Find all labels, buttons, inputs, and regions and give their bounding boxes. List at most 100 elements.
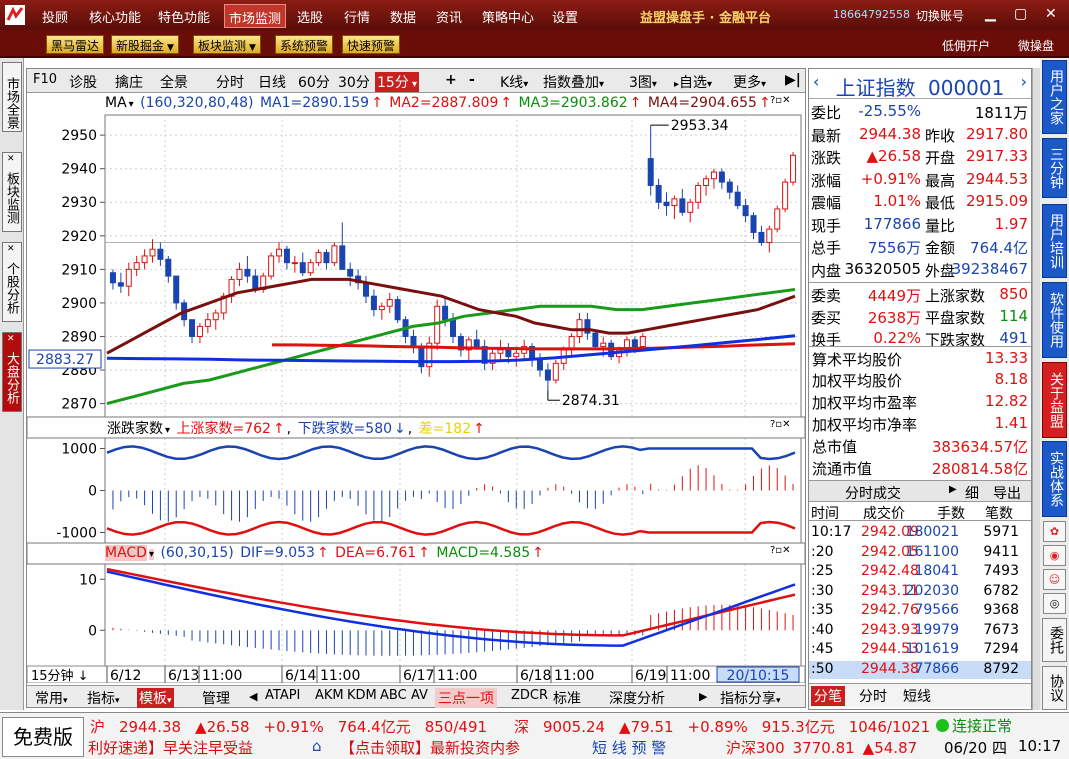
prev-stock-icon[interactable]: ‹ (813, 72, 819, 91)
export-button[interactable]: 导出 (993, 483, 1021, 503)
news-ticker[interactable]: 利好速递】早关注早受益 (88, 737, 253, 758)
overview-button[interactable]: 全景 (160, 72, 188, 92)
breadth-name[interactable]: 涨跌家数 (107, 421, 163, 437)
menu-settings[interactable]: 设置 (552, 7, 578, 26)
home-icon[interactable]: ⌂ (312, 737, 322, 755)
menu-tougu[interactable]: 投顾 (42, 7, 68, 26)
menu-stock-pick[interactable]: 选股 (297, 7, 323, 26)
scroll-left-icon[interactable]: ◀ (249, 690, 257, 703)
short-line-warning[interactable]: 短 线 预 警 (592, 737, 666, 758)
wechat-icon[interactable]: ◎ (1043, 593, 1066, 614)
kline-dropdown[interactable]: K线▾ (500, 72, 528, 92)
tab-practice-system[interactable]: 实战体系 (1042, 441, 1067, 517)
minimize-icon[interactable]: ▁ (985, 6, 996, 22)
sz-index-ticker[interactable]: 深 9005.24 ▲79.51 +0.89% 915.3亿元 1046/1021 (514, 716, 930, 737)
maximize-icon[interactable]: ▢ (1014, 6, 1027, 22)
tick-row[interactable]: :40 2943.93 19979 7673 (809, 622, 1031, 640)
three-chart-dropdown[interactable]: 3图▾ (629, 72, 657, 92)
micro-trade-link[interactable]: 微操盘 (1018, 37, 1054, 54)
watchlist-dropdown[interactable]: ▸自选▾ (674, 72, 712, 92)
scroll-right-icon[interactable]: ▶ (699, 690, 707, 703)
tick-row[interactable]: 10:17 2942.09 180021 5971 (809, 524, 1031, 542)
menu-market-monitor[interactable]: 市场监测 (224, 4, 287, 28)
next-stock-icon[interactable]: › (1021, 72, 1027, 91)
weibo-icon[interactable]: ◉ (1043, 545, 1066, 566)
intraday-button[interactable]: 分时 (216, 72, 244, 92)
index-overlay-dropdown[interactable]: 指数叠加▾ (543, 72, 604, 92)
tab-deep-analysis[interactable]: 深度分析 (609, 688, 665, 708)
qq-icon[interactable]: ☺ (1043, 569, 1066, 590)
tab-akm[interactable]: AKM (315, 688, 344, 703)
detail-button[interactable]: 细 (965, 483, 979, 503)
tab-index-analysis[interactable]: ✕ 大盘分析 (2, 332, 22, 412)
dark-horse-radar-button[interactable]: 黑马雷达 (46, 35, 105, 54)
macd-name[interactable]: MACD (105, 545, 147, 561)
tab-sector-monitor[interactable]: ✕ 板块监测 (2, 152, 22, 232)
tab-stock-analysis[interactable]: ✕ 个股分析 (2, 242, 22, 322)
low-commission-link[interactable]: 低佣开户 (942, 37, 990, 54)
close-icon[interactable]: ✕ (1045, 6, 1057, 22)
tab-common[interactable]: 常用▾ (35, 688, 68, 708)
tab-indicator-share[interactable]: 指标分享▾ (720, 688, 781, 708)
promo-link[interactable]: 【点击领取】最新投资内参 (340, 737, 520, 758)
pane-help-icon[interactable]: ?▫✕ (770, 419, 790, 430)
menu-data[interactable]: 数据 (390, 7, 416, 26)
close-tab-icon[interactable]: ✕ (7, 334, 15, 344)
pane-help-icon[interactable]: ?▫✕ (770, 95, 790, 106)
banker-button[interactable]: 擒庄 (115, 72, 143, 92)
menu-news[interactable]: 资讯 (436, 7, 462, 26)
tab-zdcr[interactable]: ZDCR (511, 688, 548, 703)
menu-quotes[interactable]: 行情 (344, 7, 370, 26)
tab-template[interactable]: 模板▾ (137, 688, 174, 708)
collapse-panel-icon[interactable]: ▶| (785, 72, 801, 88)
expand-icon[interactable]: ▶ (949, 484, 957, 495)
menu-special[interactable]: 特色功能 (158, 7, 210, 26)
new-stock-button[interactable]: 新股掘金 ▼ (111, 35, 179, 54)
sector-monitor-button[interactable]: 板块监测 ▼ (193, 35, 261, 54)
menu-strategy[interactable]: 策略中心 (482, 7, 534, 26)
sh-index-ticker[interactable]: 沪 2944.38 ▲26.58 +0.91% 764.4亿元 850/491 (90, 716, 501, 737)
tab-agreement[interactable]: 协议 (1042, 666, 1067, 710)
quick-alert-button[interactable]: 快速预警 (342, 35, 401, 54)
f10-button[interactable]: F10 (33, 72, 57, 87)
15min-button[interactable]: 15分 ▾ (375, 72, 420, 92)
zoom-in-button[interactable]: + (445, 72, 457, 88)
pane-help-icon[interactable]: ?▫✕ (770, 545, 790, 556)
scrollbar[interactable] (1032, 68, 1040, 710)
close-tab-icon[interactable]: ✕ (7, 154, 15, 164)
tick-row[interactable]: :50 2944.38 77866 8792 (809, 660, 1031, 679)
tab-manage[interactable]: 管理 (202, 688, 230, 708)
tab-three-minutes[interactable]: 三分钟 (1042, 138, 1067, 198)
tab-standard[interactable]: 标准 (553, 688, 581, 708)
tab-atapi[interactable]: ATAPI (265, 688, 300, 703)
daily-button[interactable]: 日线 (258, 72, 286, 92)
tab-about[interactable]: 关于益盟 (1042, 362, 1067, 438)
diagnose-button[interactable]: 诊股 (69, 72, 97, 92)
menu-core[interactable]: 核心功能 (89, 7, 141, 26)
tab-user-home[interactable]: 用户之家 (1042, 60, 1067, 134)
system-alert-button[interactable]: 系统预警 (275, 35, 334, 54)
60min-button[interactable]: 60分 (298, 72, 330, 92)
tick-row[interactable]: :45 2944.53 101619 7294 (809, 641, 1031, 659)
tab-abc[interactable]: ABC (380, 688, 407, 703)
kline-chart[interactable]: 2950294029302920291029002890288028702883… (27, 93, 805, 683)
tab-indicator[interactable]: 指标▾ (87, 688, 120, 708)
free-edition-badge[interactable]: 免费版 (2, 717, 84, 757)
more-dropdown[interactable]: 更多▾ (733, 72, 766, 92)
tab-delegate[interactable]: 委托 (1042, 618, 1067, 662)
tick-row[interactable]: :25 2942.48 18041 7493 (809, 563, 1031, 581)
tick-row[interactable]: :20 2942.05 161100 9411 (809, 544, 1031, 562)
tab-software-usage[interactable]: 软件使用 (1042, 282, 1067, 358)
tick-row[interactable]: :35 2942.76 79566 9368 (809, 602, 1031, 620)
share-icon[interactable]: ✿ (1043, 521, 1066, 542)
tab-three-points[interactable]: 三点一项 (435, 688, 497, 708)
tab-market-overview[interactable]: 市场全景 (2, 62, 22, 132)
close-tab-icon[interactable]: ✕ (7, 244, 15, 254)
tab-intraday[interactable]: 分时 (859, 686, 887, 706)
30min-button[interactable]: 30分 (338, 72, 370, 92)
tab-av[interactable]: AV (411, 688, 428, 703)
switch-account-link[interactable]: 切换账号 (916, 7, 964, 24)
tab-short-line[interactable]: 短线 (903, 686, 931, 706)
tick-row[interactable]: :30 2943.11 202030 6782 (809, 583, 1031, 601)
tab-kdm[interactable]: KDM (347, 688, 377, 703)
